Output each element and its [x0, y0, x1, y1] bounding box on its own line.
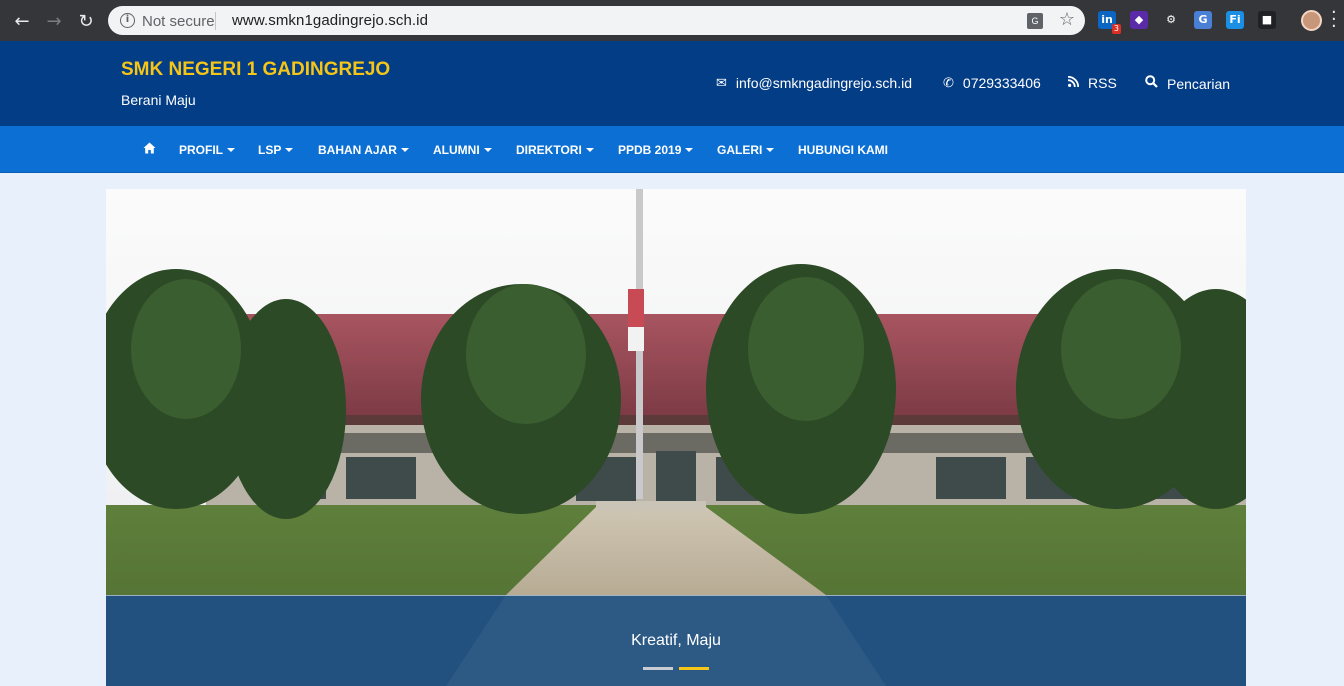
- email-link[interactable]: ✉ info@smkngadingrejo.sch.id: [716, 75, 912, 91]
- info-icon[interactable]: i: [120, 13, 135, 28]
- translate-extension-icon[interactable]: G: [1194, 11, 1212, 29]
- reload-icon[interactable]: ↻: [73, 8, 99, 34]
- rss-text: RSS: [1088, 75, 1117, 91]
- nav-label: PPDB 2019: [618, 143, 682, 157]
- site-title[interactable]: SMK NEGERI 1 GADINGREJO: [121, 59, 390, 81]
- url-text[interactable]: www.smkn1gadingrejo.sch.id: [232, 12, 428, 29]
- caret-down-icon: [585, 147, 594, 152]
- main-nav: PROFIL LSP BAHAN AJAR ALUMNI DIREKTORI P…: [0, 126, 1344, 173]
- nav-label: ALUMNI: [433, 143, 480, 157]
- omnibox-divider: [215, 12, 216, 30]
- search-link[interactable]: Pencarian: [1145, 75, 1230, 92]
- nav-direktori[interactable]: DIREKTORI: [516, 143, 594, 157]
- extension-badge: 3: [1111, 24, 1121, 34]
- caret-down-icon: [483, 147, 492, 152]
- phone-icon: ✆: [943, 75, 954, 91]
- caret-down-icon: [400, 147, 409, 152]
- hero-slider[interactable]: Kreatif, Maju: [106, 189, 1246, 686]
- nav-label: GALERI: [717, 143, 763, 157]
- browser-toolbar: ← → ↻ i Not secure www.smkn1gadingrejo.s…: [0, 0, 1344, 41]
- slide-indicator[interactable]: [679, 667, 709, 670]
- rss-icon: [1067, 75, 1080, 91]
- security-label[interactable]: Not secure: [142, 13, 215, 30]
- caret-down-icon: [766, 147, 775, 152]
- fi-extension-icon[interactable]: Fi: [1226, 11, 1244, 29]
- nav-galeri[interactable]: GALERI: [717, 143, 775, 157]
- site-header: SMK NEGERI 1 GADINGREJO Berani Maju ✉ in…: [0, 41, 1344, 126]
- phone-text: 0729333406: [962, 75, 1041, 91]
- caret-down-icon: [685, 147, 694, 152]
- phone-link[interactable]: ✆ 0729333406: [943, 75, 1041, 91]
- slide-indicator[interactable]: [643, 667, 673, 670]
- nav-hubungi-kami[interactable]: HUBUNGI KAMI: [798, 143, 888, 157]
- nav-lsp[interactable]: LSP: [258, 143, 294, 157]
- bookmark-star-icon[interactable]: ☆: [1059, 9, 1075, 30]
- rss-link[interactable]: RSS: [1067, 75, 1117, 91]
- translate-icon[interactable]: G: [1027, 13, 1043, 29]
- nav-label: LSP: [258, 143, 282, 157]
- slide-caption-band: Kreatif, Maju: [106, 595, 1246, 686]
- gear-extension-icon[interactable]: ⚙: [1162, 11, 1180, 29]
- email-text: info@smkngadingrejo.sch.id: [735, 75, 912, 91]
- nav-bahan-ajar[interactable]: BAHAN AJAR: [318, 143, 409, 157]
- nav-label: BAHAN AJAR: [318, 143, 397, 157]
- search-text: Pencarian: [1167, 75, 1231, 92]
- caret-down-icon: [285, 147, 294, 152]
- slide-caption: Kreatif, Maju: [631, 632, 721, 649]
- site-tagline: Berani Maju: [121, 92, 196, 108]
- nav-alumni[interactable]: ALUMNI: [433, 143, 492, 157]
- envelope-icon: ✉: [716, 75, 727, 91]
- nav-label: PROFIL: [179, 143, 223, 157]
- back-icon[interactable]: ←: [9, 8, 35, 34]
- profile-avatar[interactable]: [1301, 10, 1322, 31]
- search-icon: [1145, 75, 1158, 92]
- nav-label: HUBUNGI KAMI: [798, 143, 888, 157]
- cube-extension-icon[interactable]: ■: [1258, 11, 1276, 29]
- forward-icon[interactable]: →: [41, 8, 67, 34]
- address-bar[interactable]: i Not secure www.smkn1gadingrejo.sch.id …: [108, 6, 1085, 35]
- browser-menu-icon[interactable]: · · ·: [1331, 4, 1337, 36]
- home-icon[interactable]: [143, 142, 156, 154]
- caret-down-icon: [227, 147, 235, 152]
- nav-ppdb-2019[interactable]: PPDB 2019: [618, 143, 694, 157]
- nav-profil[interactable]: PROFIL: [179, 143, 235, 157]
- purple-extension-icon[interactable]: ◆: [1130, 11, 1148, 29]
- linkedin-extension-icon[interactable]: in 3: [1098, 11, 1121, 34]
- nav-label: DIREKTORI: [516, 143, 582, 157]
